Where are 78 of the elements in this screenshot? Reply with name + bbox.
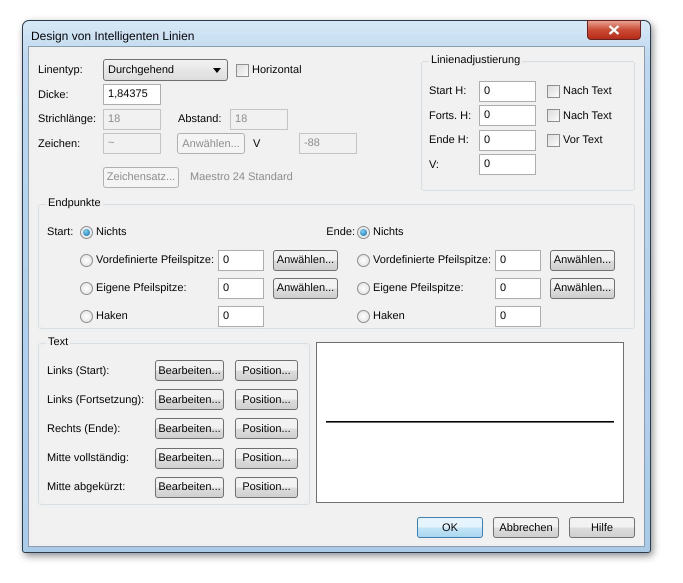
field-label: Abstand:	[178, 113, 222, 126]
radio-button[interactable]	[80, 282, 93, 294]
radio-button[interactable]	[80, 310, 93, 322]
push-button[interactable]: Position...	[235, 448, 298, 469]
radio-label: Eigene Pfeilspitze:	[373, 282, 464, 294]
push-button[interactable]: Position...	[235, 360, 298, 382]
input-field[interactable]: 0	[495, 250, 541, 270]
field-label: Dicke:	[38, 88, 70, 101]
field-label: V:	[429, 158, 440, 171]
dialog-button[interactable]: OK	[417, 517, 483, 538]
input-field[interactable]: 1,84375	[103, 84, 161, 106]
checkbox-label: Nach Text	[563, 110, 612, 122]
radio-button[interactable]	[80, 226, 93, 238]
push-button[interactable]: Anwählen...	[273, 250, 338, 270]
push-button[interactable]: Bearbeiten...	[155, 476, 224, 498]
radio-button[interactable]	[357, 282, 370, 294]
checkbox-label: Vor Text	[563, 134, 603, 146]
radio-label: Vordefinierte Pfeilspitze:	[373, 254, 492, 266]
push-button[interactable]: Bearbeiten...	[155, 418, 224, 440]
font-name: Maestro 24 Standard	[190, 171, 293, 183]
input-field[interactable]: 0	[479, 130, 536, 151]
field-label: Start H:	[429, 85, 468, 98]
radio-label: Eigene Pfeilspitze:	[96, 282, 186, 294]
caret-icon	[213, 68, 221, 73]
push-button[interactable]: Position...	[235, 476, 298, 498]
push-button[interactable]: Position...	[235, 418, 298, 440]
field-label: Start:	[47, 226, 74, 238]
field-label: Zeichen:	[38, 138, 82, 150]
input-field[interactable]: 0	[218, 278, 264, 298]
push-button[interactable]: Bearbeiten...	[155, 448, 224, 469]
group-title: Endpunkte	[46, 197, 103, 209]
input-field[interactable]: 0	[479, 154, 536, 176]
input-field[interactable]: 0	[218, 250, 264, 270]
field-label: Linentyp:	[38, 64, 84, 76]
group-title: Text	[46, 336, 70, 348]
radio-label: Nichts	[373, 226, 404, 238]
radio-label: Nichts	[96, 226, 127, 238]
input-field[interactable]: 0	[495, 306, 541, 326]
push-button[interactable]: Bearbeiten...	[155, 360, 224, 382]
field-label: Ende:	[326, 226, 355, 238]
field-label: Rechts (Ende):	[47, 422, 122, 435]
checkbox[interactable]	[547, 84, 560, 98]
field-label: Mitte vollständig:	[47, 452, 130, 464]
input-field[interactable]: 0	[495, 278, 541, 298]
close-button[interactable]	[587, 20, 641, 40]
field-label: Forts. H:	[429, 110, 472, 122]
checkbox[interactable]	[547, 134, 560, 147]
input-field[interactable]: 0	[479, 80, 536, 102]
field-label: Mitte abgekürzt:	[47, 481, 126, 494]
field-label: Strichlänge:	[38, 113, 98, 126]
checkbox-label: Nach Text	[563, 85, 612, 98]
input-field[interactable]: 0	[479, 105, 536, 126]
radio-button[interactable]	[357, 254, 370, 266]
radio-button[interactable]	[80, 254, 93, 266]
field-label: V	[253, 138, 262, 150]
field-label: Links (Fortsetzung):	[47, 394, 146, 406]
close-icon	[608, 25, 620, 35]
radio-button[interactable]	[357, 310, 370, 322]
group-title: Linienadjustierung	[429, 54, 522, 66]
window-title: Design von Intelligenten Linien	[31, 28, 194, 42]
push-button[interactable]: Anwählen...	[550, 278, 615, 298]
dropdown[interactable]: Durchgehend	[103, 59, 228, 82]
push-button[interactable]: Position...	[235, 389, 298, 410]
checkbox[interactable]	[547, 109, 560, 122]
checkbox-label: Horizontal	[252, 64, 302, 76]
radio-label: Haken	[96, 310, 128, 322]
dialog-button[interactable]: Abbrechen	[493, 517, 559, 538]
checkbox[interactable]	[236, 64, 249, 77]
field-label: Links (Start):	[47, 364, 110, 377]
input-field[interactable]: 0	[218, 306, 264, 326]
push-button[interactable]: Anwählen...	[273, 278, 338, 298]
radio-button[interactable]	[357, 226, 370, 238]
push-button[interactable]: Bearbeiten...	[155, 389, 224, 410]
push-button[interactable]: Anwählen...	[550, 250, 615, 270]
dialog-button[interactable]: Hilfe	[569, 517, 635, 538]
field-label: Ende H:	[429, 134, 470, 146]
radio-label: Haken	[373, 310, 405, 322]
radio-label: Vordefinierte Pfeilspitze:	[96, 254, 214, 266]
